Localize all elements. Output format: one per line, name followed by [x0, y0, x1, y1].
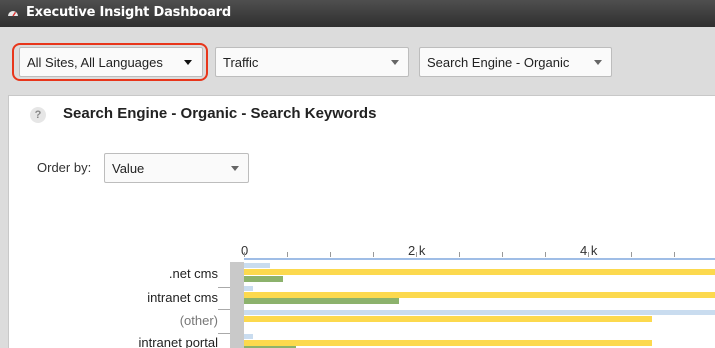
x-axis-tick [545, 252, 546, 257]
x-axis-tick [459, 252, 460, 257]
order-by-dropdown-value: Value [112, 161, 145, 176]
x-axis-tick [330, 252, 331, 257]
metric-dropdown[interactable]: Traffic [215, 47, 409, 77]
bar[interactable] [244, 298, 399, 304]
x-axis-tick [373, 252, 374, 257]
chevron-down-icon [594, 60, 602, 65]
x-axis-tick [588, 252, 589, 257]
bar[interactable] [244, 334, 253, 339]
y-axis-band [230, 262, 244, 348]
category-divider [218, 333, 230, 334]
bar[interactable] [244, 286, 253, 291]
order-by-dropdown[interactable]: Value [104, 153, 249, 183]
bar[interactable] [244, 310, 715, 315]
help-icon[interactable]: ? [30, 107, 46, 123]
dashboard-window: Executive Insight Dashboard All Sites, A… [0, 0, 715, 348]
source-dropdown-value: Search Engine - Organic [427, 55, 570, 70]
chevron-down-icon [231, 166, 239, 171]
bar[interactable] [244, 263, 270, 268]
metric-dropdown-value: Traffic [223, 55, 259, 70]
bar[interactable] [244, 316, 652, 322]
bar[interactable] [244, 276, 283, 282]
x-axis-tick [631, 252, 632, 257]
category-label: (other) [179, 313, 218, 328]
category-label: intranet portal [138, 335, 219, 348]
category-label: .net cms [168, 266, 218, 281]
category-divider [218, 309, 230, 310]
bar[interactable] [244, 269, 715, 275]
gauge-icon [8, 11, 18, 17]
chevron-down-icon [391, 60, 399, 65]
x-axis-tick [287, 252, 288, 257]
report-title: Search Engine - Organic - Search Keyword… [63, 105, 377, 122]
title-bar: Executive Insight Dashboard [0, 0, 715, 27]
x-axis-tick [244, 252, 245, 257]
window-title: Executive Insight Dashboard [26, 5, 231, 20]
x-axis-tick [502, 252, 503, 257]
highlight-annotation [12, 43, 208, 81]
bar[interactable] [244, 340, 652, 346]
x-axis-tick [674, 252, 675, 257]
category-divider [218, 287, 230, 288]
x-axis-tick [416, 252, 417, 257]
order-by-label: Order by: [37, 160, 92, 175]
category-label: intranet cms [147, 290, 218, 305]
source-dropdown[interactable]: Search Engine - Organic [419, 47, 612, 77]
x-axis-line [244, 258, 715, 260]
